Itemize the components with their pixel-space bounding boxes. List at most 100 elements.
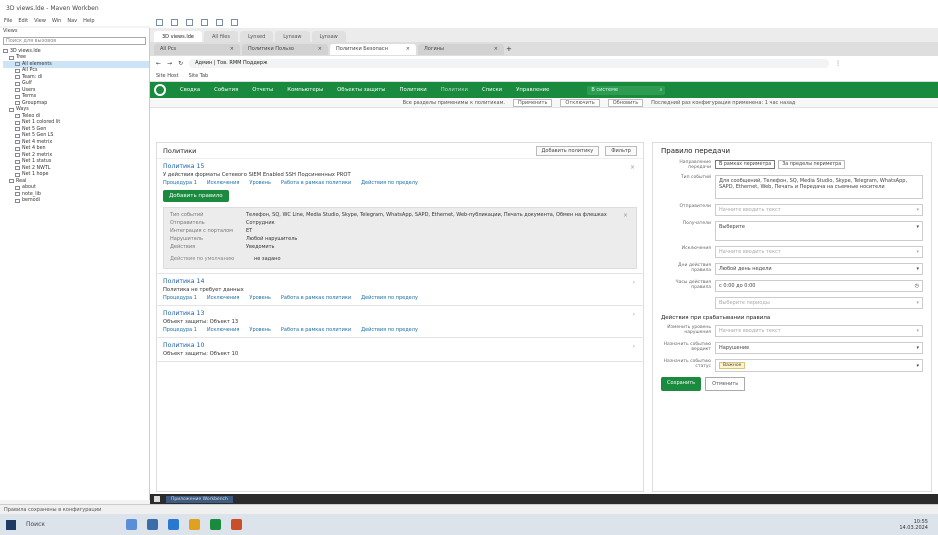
nav-summary[interactable]: Сводка (180, 87, 200, 93)
delete-rule-icon[interactable]: × (623, 212, 628, 219)
policy-link[interactable]: Уровень (249, 295, 271, 301)
policy-link[interactable]: Работа в рамках политики (281, 295, 351, 301)
nav-computers[interactable]: Компьютеры (287, 87, 323, 93)
recipients-select[interactable]: Выберите ▾ (715, 221, 923, 241)
nav-management[interactable]: Управление (516, 87, 549, 93)
menu-edit[interactable]: Edit (18, 18, 28, 24)
app-icon[interactable] (126, 519, 137, 530)
window-icon[interactable] (231, 18, 238, 26)
taskbar-search[interactable]: Поиск (26, 521, 116, 528)
policy-link[interactable]: Действия по пределу (361, 180, 418, 186)
policy-link[interactable]: Действия по пределу (361, 327, 418, 333)
status-select[interactable]: Важное ▾ (715, 359, 923, 372)
nav-policies-active[interactable]: Политики (441, 87, 468, 93)
outer-tab[interactable]: All files (203, 31, 238, 42)
app-icon[interactable] (168, 519, 179, 530)
rule-card[interactable]: × Тип событий Телефон, SQ, WC Line, Media… (163, 207, 637, 269)
policy-name[interactable]: Политика 13 (163, 310, 637, 317)
policy-link[interactable]: Уровень (249, 327, 271, 333)
policy-link[interactable]: Исключения (207, 327, 239, 333)
collapse-icon[interactable]: × (630, 164, 635, 171)
periods-select[interactable]: Выберите периоды ▾ (715, 297, 923, 309)
browser-tab[interactable]: Политики Безопасн × (330, 43, 416, 55)
policy-link[interactable]: Уровень (249, 180, 271, 186)
direction-outside-option[interactable]: За пределы периметра (778, 160, 846, 169)
open-icon[interactable] (171, 18, 178, 26)
policy-link[interactable]: Процедура 1 (163, 295, 197, 301)
site-logo-icon[interactable] (154, 84, 166, 96)
menu-nav[interactable]: Nav (67, 18, 77, 24)
back-icon[interactable]: ← (156, 60, 161, 67)
add-rule-button[interactable]: Добавить правило (163, 190, 229, 202)
search-icon[interactable]: ⌕ (660, 87, 663, 93)
new-tab-icon[interactable]: + (506, 45, 512, 53)
inner-start-icon[interactable] (154, 496, 160, 502)
policy-item[interactable]: Политика 10 Объект защиты: Объект 10 › (157, 338, 643, 362)
senders-select[interactable]: Начните вводить текст ▾ (715, 204, 923, 216)
nav-policies[interactable]: Политики (400, 87, 427, 93)
hours-field[interactable]: с 0:00 до 0:00 ◷ (715, 280, 923, 292)
close-tab-icon[interactable]: × (230, 46, 234, 52)
policy-link[interactable]: Процедура 1 (163, 180, 197, 186)
app-icon[interactable] (189, 519, 200, 530)
policy-item[interactable]: Политика 14 Политика не требует данных П… (157, 274, 643, 306)
new-icon[interactable] (156, 18, 163, 26)
policy-item[interactable]: Политика 13 Объект защиты: Объект 13 Про… (157, 306, 643, 338)
expand-icon[interactable]: › (633, 311, 635, 318)
expand-icon[interactable]: › (633, 343, 635, 350)
browser-tab[interactable]: Политики Пользо × (242, 43, 328, 55)
apply-button[interactable]: Применить (512, 98, 553, 107)
add-policy-button[interactable]: Добавить политику (535, 145, 600, 156)
filter-button[interactable]: Фильтр (605, 145, 637, 156)
menu-file[interactable]: File (4, 18, 12, 24)
direction-inside-option[interactable]: В рамках периметра (715, 160, 776, 169)
grid-icon[interactable] (201, 18, 208, 26)
site-search-input[interactable]: В системе ⌕ (587, 85, 666, 95)
inner-taskbar-item[interactable]: Приложение Workbench (166, 495, 233, 503)
verdict-select[interactable]: Нарушение ▾ (715, 342, 923, 354)
browser-tab[interactable]: Логины × (418, 43, 504, 55)
policy-name[interactable]: Политика 15 (163, 163, 637, 170)
layout-icon[interactable] (216, 18, 223, 26)
days-select[interactable]: Любой день недели ▾ (715, 263, 923, 275)
close-tab-icon[interactable]: × (494, 46, 498, 52)
event-types-field[interactable]: Для сообщений, Телефон, SQ, Media Studio… (715, 175, 923, 199)
menu-win[interactable]: Win (52, 18, 61, 24)
exclusions-select[interactable]: Начните вводить текст ▾ (715, 246, 923, 258)
refresh-button[interactable]: Обновить (607, 98, 644, 107)
outer-tab[interactable]: Lynsaw (311, 31, 346, 42)
panel-search-input[interactable]: Поиск для вызовов (3, 37, 146, 45)
policy-link[interactable]: Действия по пределу (361, 295, 418, 301)
nav-lists[interactable]: Списки (482, 87, 502, 93)
policy-link[interactable]: Исключения (207, 295, 239, 301)
forward-icon[interactable]: → (167, 60, 172, 67)
extensions-icon[interactable]: ⋮ (835, 60, 841, 67)
reload-icon[interactable]: ↻ (178, 60, 183, 67)
violation-level-select[interactable]: Начните вводить текст ▾ (715, 325, 923, 337)
policy-link[interactable]: Работа в рамках политики (281, 180, 351, 186)
expand-icon[interactable]: › (633, 279, 635, 286)
outer-tab[interactable]: Lynsaw (275, 31, 310, 42)
address-input[interactable]: Админ | Тов. RMM Поддерж (189, 58, 830, 68)
policy-link[interactable]: Процедура 1 (163, 327, 197, 333)
save-button[interactable]: Сохранить (661, 377, 702, 391)
policy-name[interactable]: Политика 14 (163, 278, 637, 285)
close-tab-icon[interactable]: × (318, 46, 322, 52)
menu-view[interactable]: View (34, 18, 46, 24)
outer-tab[interactable]: Lynsed (239, 31, 274, 42)
start-icon[interactable] (6, 519, 16, 530)
browser-tab[interactable]: All Pcs × (154, 43, 240, 55)
menu-help[interactable]: Help (83, 18, 94, 24)
policy-name[interactable]: Политика 10 (163, 342, 637, 349)
bookmark-1[interactable]: Site Host (156, 73, 179, 79)
policy-link[interactable]: Исключения (207, 180, 239, 186)
policy-link[interactable]: Работа в рамках политики (281, 327, 351, 333)
app-icon[interactable] (231, 519, 242, 530)
bookmark-2[interactable]: Site Tab (189, 73, 209, 79)
cancel-button[interactable]: Отменить (705, 377, 746, 391)
nav-protected-objects[interactable]: Объекты защиты (337, 87, 385, 93)
nav-events[interactable]: События (214, 87, 238, 93)
save-icon[interactable] (186, 18, 193, 26)
nav-reports[interactable]: Отчеты (252, 87, 273, 93)
disable-button[interactable]: Отключить (560, 98, 600, 107)
